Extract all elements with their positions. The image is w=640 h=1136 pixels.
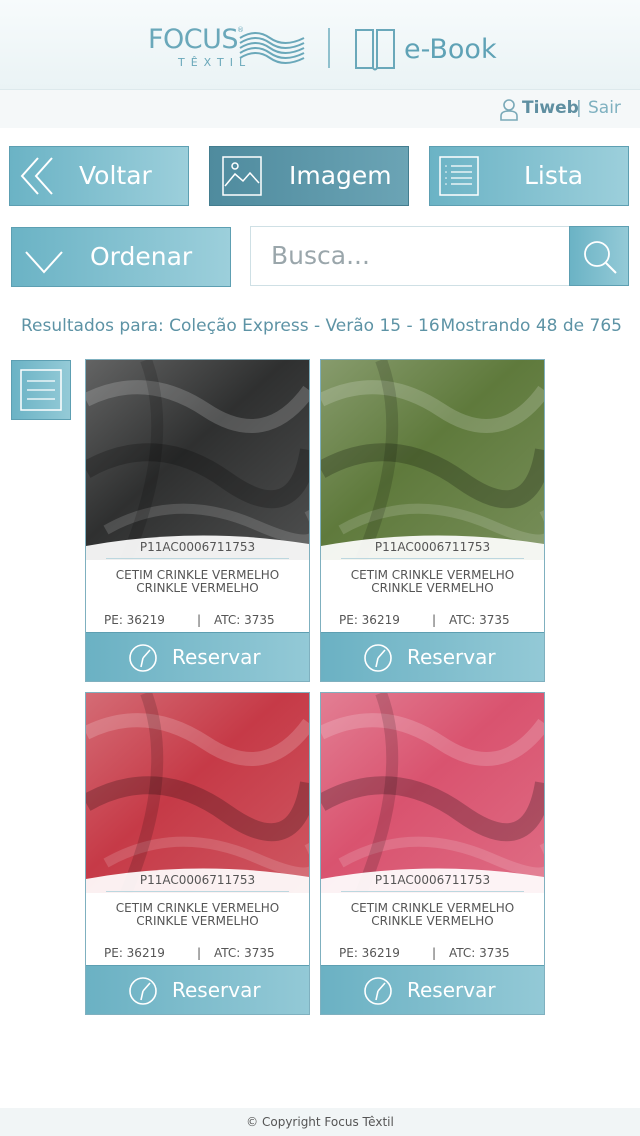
reserve-button[interactable]: Reservar bbox=[86, 632, 309, 681]
reserve-button-label: Reservar bbox=[407, 645, 496, 669]
fabric-swatch-image[interactable] bbox=[86, 360, 309, 560]
clock-icon bbox=[129, 977, 157, 1005]
card-divider bbox=[341, 891, 524, 892]
double-chevron-left-icon bbox=[20, 157, 53, 195]
reserve-button-label: Reservar bbox=[172, 978, 261, 1002]
list-view-label: Lista bbox=[524, 161, 584, 190]
search-icon bbox=[584, 241, 617, 274]
product-name: CETIM CRINKLE VERMELHO CRINKLE VERMELHO bbox=[96, 569, 299, 595]
product-code: P11AC0006711753 bbox=[139, 873, 256, 887]
book-icon bbox=[355, 29, 395, 71]
product-name: CETIM CRINKLE VERMELHO CRINKLE VERMELHO bbox=[96, 902, 299, 928]
product-card[interactable]: P11AC0006711753 CETIM CRINKLE VERMELHO C… bbox=[85, 692, 310, 1015]
fabric-swatch-image[interactable] bbox=[86, 693, 309, 893]
logo-text: FOCUS bbox=[148, 24, 239, 55]
product-name-line2: CRINKLE VERMELHO bbox=[136, 581, 259, 595]
sort-button-label: Ordenar bbox=[90, 242, 193, 271]
app-header: FOCUS ® TÊXTIL e-Book bbox=[0, 0, 640, 90]
search-input[interactable] bbox=[271, 227, 561, 283]
back-button[interactable]: Voltar bbox=[9, 146, 189, 206]
product-atc: ATC: 3735 bbox=[449, 946, 510, 960]
product-atc: ATC: 3735 bbox=[214, 946, 275, 960]
clock-icon bbox=[364, 644, 392, 672]
product-name: CETIM CRINKLE VERMELHO CRINKLE VERMELHO bbox=[331, 569, 534, 595]
stock-separator: | bbox=[197, 613, 202, 627]
reserve-button[interactable]: Reservar bbox=[321, 632, 544, 681]
list-icon bbox=[439, 156, 479, 196]
clock-icon bbox=[364, 977, 392, 1005]
reserve-button[interactable]: Reservar bbox=[86, 965, 309, 1014]
focus-textil-logo[interactable]: FOCUS ® TÊXTIL bbox=[148, 24, 310, 70]
footer-copyright: © Copyright Focus Têxtil bbox=[0, 1108, 640, 1136]
back-button-label: Voltar bbox=[79, 161, 152, 190]
menu-icon bbox=[20, 369, 62, 411]
product-card[interactable]: P11AC0006711753 CETIM CRINKLE VERMELHO C… bbox=[85, 359, 310, 682]
product-code: P11AC0006711753 bbox=[374, 873, 491, 887]
search-button[interactable] bbox=[569, 226, 629, 286]
card-divider bbox=[106, 891, 289, 892]
filter-menu-button[interactable] bbox=[11, 360, 71, 420]
product-code: P11AC0006711753 bbox=[374, 540, 491, 554]
stock-separator: | bbox=[432, 613, 437, 627]
product-name-line2: CRINKLE VERMELHO bbox=[371, 914, 494, 928]
reserve-button-label: Reservar bbox=[407, 978, 496, 1002]
card-divider bbox=[106, 558, 289, 559]
product-atc: ATC: 3735 bbox=[449, 613, 510, 627]
header-divider bbox=[328, 28, 330, 68]
results-label: Resultados para: Coleção Express - Verão… bbox=[21, 316, 440, 336]
image-view-label: Imagem bbox=[289, 161, 392, 190]
reserve-button-label: Reservar bbox=[172, 645, 261, 669]
reserve-button[interactable]: Reservar bbox=[321, 965, 544, 1014]
sort-button[interactable]: Ordenar bbox=[11, 227, 231, 287]
user-name: Tiweb bbox=[522, 98, 579, 118]
results-count: Mostrando 48 de 765 bbox=[440, 316, 622, 336]
product-pe: PE: 36219 bbox=[339, 613, 400, 627]
product-card[interactable]: P11AC0006711753 CETIM CRINKLE VERMELHO C… bbox=[320, 359, 545, 682]
product-card[interactable]: P11AC0006711753 CETIM CRINKLE VERMELHO C… bbox=[320, 692, 545, 1015]
user-icon bbox=[500, 99, 518, 121]
stock-separator: | bbox=[197, 946, 202, 960]
product-pe: PE: 36219 bbox=[104, 946, 165, 960]
product-name-line2: CRINKLE VERMELHO bbox=[371, 581, 494, 595]
ebook-title: e-Book bbox=[404, 34, 497, 65]
user-separator: | bbox=[576, 98, 582, 118]
fabric-swatch-image[interactable] bbox=[321, 360, 544, 560]
stock-separator: | bbox=[432, 946, 437, 960]
list-view-button[interactable]: Lista bbox=[429, 146, 629, 206]
logout-link[interactable]: Sair bbox=[588, 97, 621, 119]
card-divider bbox=[341, 558, 524, 559]
product-code: P11AC0006711753 bbox=[139, 540, 256, 554]
logo-waves-icon bbox=[239, 32, 305, 64]
fabric-swatch-image[interactable] bbox=[321, 693, 544, 893]
image-view-button[interactable]: Imagem bbox=[209, 146, 409, 206]
image-icon bbox=[222, 156, 262, 196]
product-pe: PE: 36219 bbox=[339, 946, 400, 960]
product-atc: ATC: 3735 bbox=[214, 613, 275, 627]
clock-icon bbox=[129, 644, 157, 672]
search-box bbox=[250, 226, 570, 286]
product-name: CETIM CRINKLE VERMELHO CRINKLE VERMELHO bbox=[331, 902, 534, 928]
product-name-line2: CRINKLE VERMELHO bbox=[136, 914, 259, 928]
product-pe: PE: 36219 bbox=[104, 613, 165, 627]
chevron-down-icon bbox=[25, 251, 63, 274]
